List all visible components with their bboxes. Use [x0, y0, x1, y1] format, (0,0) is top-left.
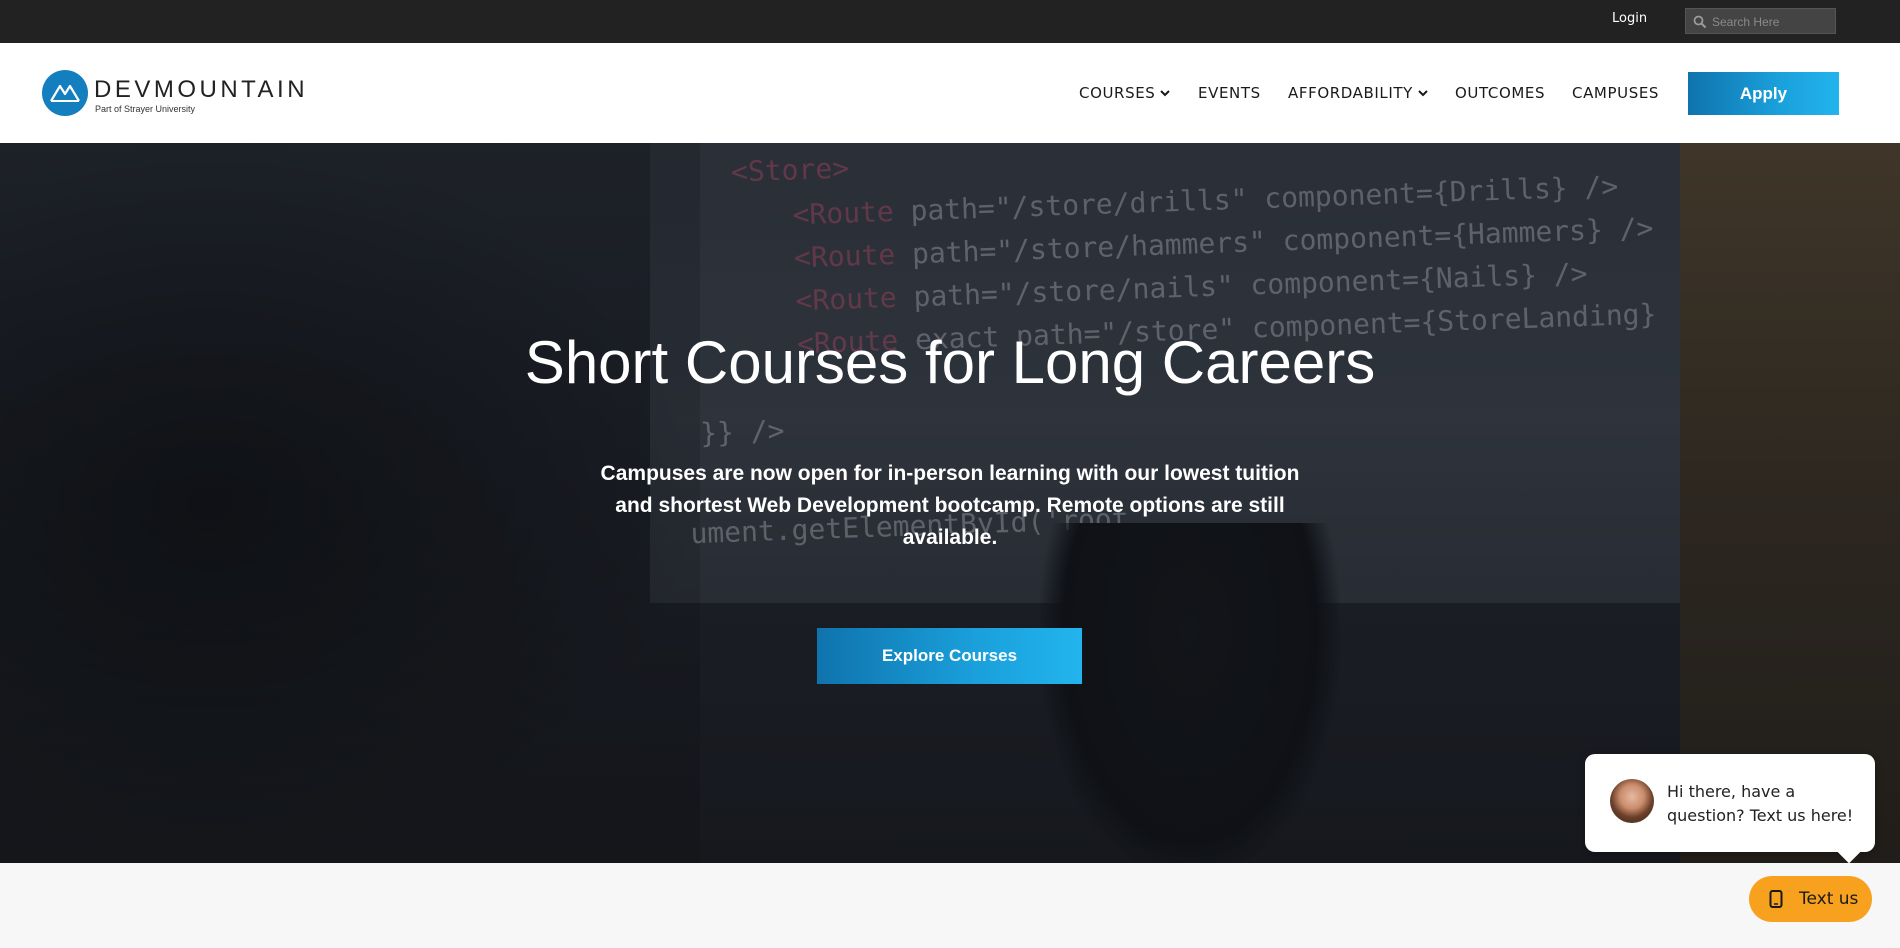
nav-campuses-label: CAMPUSES: [1572, 84, 1660, 102]
nav-outcomes[interactable]: OUTCOMES: [1455, 84, 1545, 102]
chevron-down-icon: [1160, 90, 1171, 97]
search-input[interactable]: [1710, 12, 1834, 32]
nav-outcomes-label: OUTCOMES: [1455, 84, 1546, 102]
nav-events-label: EVENTS: [1198, 84, 1261, 102]
nav-campuses[interactable]: CAMPUSES: [1572, 84, 1659, 102]
phone-icon: [1769, 890, 1783, 908]
explore-courses-button[interactable]: Explore Courses: [817, 628, 1082, 684]
search-box[interactable]: [1685, 8, 1836, 34]
logo-wordmark: DEVMOUNTAIN: [94, 76, 309, 103]
chat-prompt-bubble[interactable]: Hi there, have a question? Text us here!: [1585, 754, 1875, 852]
nav-affordability[interactable]: AFFORDABILITY: [1288, 84, 1428, 102]
text-us-button[interactable]: Text us: [1749, 876, 1872, 922]
hero-description: Campuses are now open for in-person lear…: [600, 462, 1300, 549]
site-header: DEVMOUNTAIN Part of Strayer University C…: [0, 43, 1900, 143]
nav-affordability-label: AFFORDABILITY: [1288, 84, 1413, 102]
top-bar: Login: [0, 0, 1900, 43]
mountain-logo-icon: [42, 70, 88, 116]
chat-message: Hi there, have a question? Text us here!: [1667, 782, 1854, 825]
hero-title: Short Courses for Long Careers: [524, 329, 1376, 396]
login-link[interactable]: Login: [1612, 11, 1647, 26]
nav-courses[interactable]: COURSES: [1079, 84, 1171, 102]
logo-tagline: Part of Strayer University: [95, 104, 196, 114]
chevron-down-icon: [1418, 90, 1428, 97]
text-us-label: Text us: [1799, 889, 1859, 909]
nav-events[interactable]: EVENTS: [1198, 84, 1261, 102]
nav-courses-label: COURSES: [1079, 84, 1156, 102]
search-icon: [1693, 15, 1707, 29]
agent-avatar: [1610, 779, 1654, 823]
apply-button[interactable]: Apply: [1688, 72, 1839, 115]
devmountain-logo[interactable]: DEVMOUNTAIN Part of Strayer University: [42, 70, 305, 120]
